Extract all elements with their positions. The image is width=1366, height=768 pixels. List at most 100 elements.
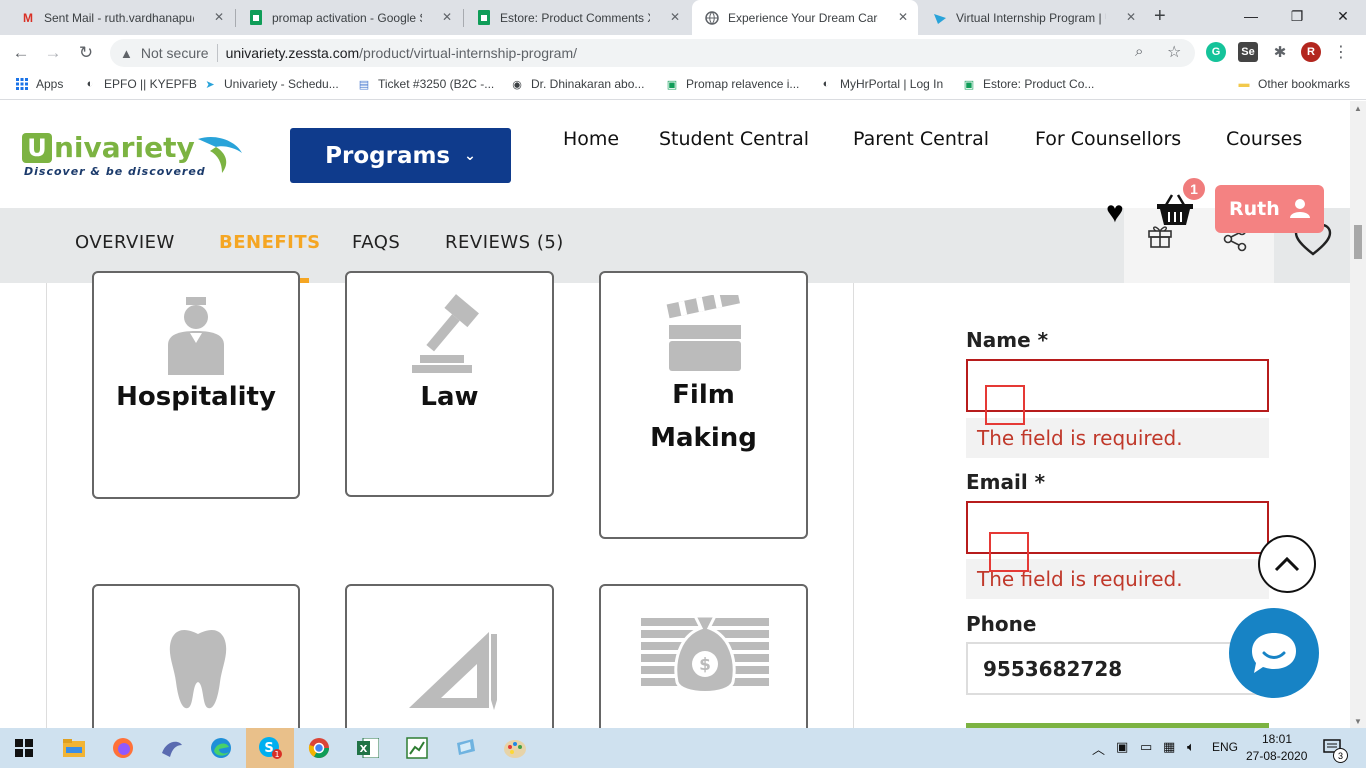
bookmark-myhrportal[interactable]: ◐ MyHrPortal | Log In	[818, 76, 943, 92]
chat-widget-button[interactable]	[1229, 608, 1319, 698]
cart-count-badge: 1	[1181, 176, 1207, 202]
logo-letter[interactable]: U	[22, 133, 52, 163]
bookmark-other[interactable]: ▬ Other bookmarks	[1236, 76, 1351, 92]
browser-toolbar: ← → ↻ ▲ Not secure univariety.zessta.com…	[0, 35, 1366, 70]
logo-text[interactable]: nivariety	[54, 131, 195, 164]
language-indicator[interactable]: ENG	[1212, 740, 1238, 754]
zoom-icon[interactable]: ⌕	[1135, 43, 1143, 60]
close-tab-icon[interactable]: ✕	[442, 10, 452, 24]
tab-sheets-2[interactable]: Estore: Product Comments XLS ✕	[464, 0, 690, 35]
wishlist-heart-icon[interactable]: ♥	[1106, 196, 1124, 230]
tab-faqs[interactable]: FAQS	[352, 232, 400, 253]
reload-icon[interactable]: ↻	[73, 40, 99, 66]
chrome-icon[interactable]	[295, 728, 343, 768]
card-finance[interactable]: $	[599, 584, 808, 728]
scrollbar-thumb[interactable]	[1354, 225, 1362, 259]
bookmark-univariety[interactable]: ➤ Univariety - Schedu...	[202, 76, 338, 92]
windows-taskbar: S1 X ︿ ▣ ▭ ▦ 🔈︎ ENG 18:01 27-08-2020 3	[0, 728, 1366, 768]
scroll-down-arrow-icon[interactable]: ▼	[1350, 714, 1366, 728]
nav-courses[interactable]: Courses	[1226, 128, 1302, 150]
profile-avatar[interactable]: R	[1301, 42, 1321, 62]
programs-dropdown-button[interactable]: Programs ⌄	[290, 128, 511, 183]
network-drive-icon[interactable]: ▣	[1116, 739, 1128, 755]
forward-icon[interactable]: →	[40, 40, 66, 66]
sheets-icon: ▣	[666, 78, 678, 91]
bookmark-promap[interactable]: ▣ Promap relavence i...	[664, 76, 800, 92]
battery-icon[interactable]: ▭	[1140, 739, 1152, 755]
address-bar[interactable]: ▲ Not secure univariety.zessta.com/produ…	[110, 39, 1195, 67]
apps-grid-icon	[14, 76, 30, 92]
tab-gmail[interactable]: M Sent Mail - ruth.vardhanapu@u ✕	[8, 0, 234, 35]
close-tab-icon[interactable]: ✕	[898, 10, 908, 24]
user-icon	[1290, 199, 1310, 218]
scroll-up-arrow-icon[interactable]: ▲	[1350, 101, 1366, 115]
bookmark-star-icon[interactable]: ☆	[1167, 42, 1181, 62]
clock-date[interactable]: 27-08-2020	[1246, 749, 1307, 763]
tab-reviews[interactable]: REVIEWS (5)	[445, 232, 564, 253]
skype-icon[interactable]: S1	[246, 728, 294, 768]
dolphin-app-icon[interactable]	[148, 728, 196, 768]
card-architecture[interactable]	[345, 584, 554, 728]
network-icon[interactable]: ▦	[1163, 739, 1175, 755]
tab-active-experience[interactable]: Experience Your Dream Career ✕	[692, 0, 918, 35]
card-film-making[interactable]: Film Making	[599, 271, 808, 539]
tab-benefits[interactable]: BENEFITS	[219, 232, 321, 253]
firefox-icon[interactable]	[99, 728, 147, 768]
extensions-icon[interactable]: ✱	[1270, 42, 1290, 62]
minimize-icon[interactable]: —	[1228, 0, 1274, 32]
bookmark-estore[interactable]: ▣ Estore: Product Co...	[961, 76, 1095, 92]
back-icon[interactable]: ←	[8, 40, 34, 66]
sheets-icon	[248, 10, 264, 26]
chevron-up-icon	[1274, 556, 1300, 572]
folder-icon: ▬	[1238, 78, 1250, 90]
grammarly-icon[interactable]: G	[1206, 42, 1226, 62]
chat-bubble-icon	[1252, 633, 1296, 673]
scroll-to-top-button[interactable]	[1258, 535, 1316, 593]
close-tab-icon[interactable]: ✕	[1126, 10, 1136, 24]
page-scrollbar[interactable]: ▲ ▼	[1350, 101, 1366, 728]
nav-parent-central[interactable]: Parent Central	[853, 128, 989, 150]
univariety-favicon-icon: ➤	[205, 78, 215, 91]
card-hospitality[interactable]: Hospitality	[92, 271, 300, 499]
bookmark-epfo[interactable]: ◐ EPFO || KYEPFB	[82, 76, 197, 92]
phone-input[interactable]: 9553682728	[966, 642, 1269, 695]
univariety-favicon-icon	[932, 10, 948, 26]
bookmark-apps[interactable]: Apps	[14, 76, 63, 92]
blue-app-icon[interactable]	[442, 728, 490, 768]
card-label-line2: Making	[650, 423, 757, 453]
card-label: Law	[420, 382, 479, 412]
excel-icon[interactable]: X	[344, 728, 392, 768]
paint-icon[interactable]	[491, 728, 539, 768]
close-tab-icon[interactable]: ✕	[670, 10, 680, 24]
nav-student-central[interactable]: Student Central	[659, 128, 809, 150]
volume-icon[interactable]: 🔈︎	[1187, 739, 1195, 755]
ruler-triangle-icon	[409, 632, 497, 710]
card-law[interactable]: Law	[345, 271, 554, 497]
restore-icon[interactable]: ❐	[1274, 0, 1320, 32]
clock-time[interactable]: 18:01	[1262, 732, 1292, 746]
card-label-line1: Film	[672, 380, 735, 410]
show-hidden-icons-icon[interactable]: ︿	[1092, 739, 1105, 758]
error-highlight-box	[989, 532, 1029, 572]
tab-virtual-internship[interactable]: Virtual Internship Program | Ur ✕	[920, 0, 1146, 35]
window-close-icon[interactable]: ✕	[1320, 0, 1366, 32]
tab-sheets-1[interactable]: promap activation - Google Sh ✕	[236, 0, 462, 35]
close-tab-icon[interactable]: ✕	[214, 10, 224, 24]
menu-kebab-icon[interactable]: ⋮	[1333, 42, 1349, 62]
card-dentistry[interactable]	[92, 584, 300, 728]
chart-app-icon[interactable]	[393, 728, 441, 768]
file-explorer-icon[interactable]	[50, 728, 98, 768]
user-account-button[interactable]: Ruth	[1215, 185, 1324, 233]
selenium-icon[interactable]: Se	[1238, 42, 1258, 62]
nav-for-counsellors[interactable]: For Counsellors	[1035, 128, 1181, 150]
bookmark-ticket[interactable]: ▤ Ticket #3250 (B2C -...	[356, 76, 494, 92]
new-tab-icon[interactable]: +	[1154, 5, 1166, 28]
browser-tab-strip: M Sent Mail - ruth.vardhanapu@u ✕ promap…	[0, 0, 1366, 35]
tab-overview[interactable]: OVERVIEW	[75, 232, 175, 253]
error-highlight-box	[985, 385, 1025, 425]
bookmark-dhinakaran[interactable]: ◉ Dr. Dhinakaran abo...	[509, 76, 644, 92]
start-icon[interactable]	[0, 728, 48, 768]
notification-count-badge: 3	[1333, 748, 1348, 763]
edge-icon[interactable]	[197, 728, 245, 768]
nav-home[interactable]: Home	[563, 128, 619, 150]
